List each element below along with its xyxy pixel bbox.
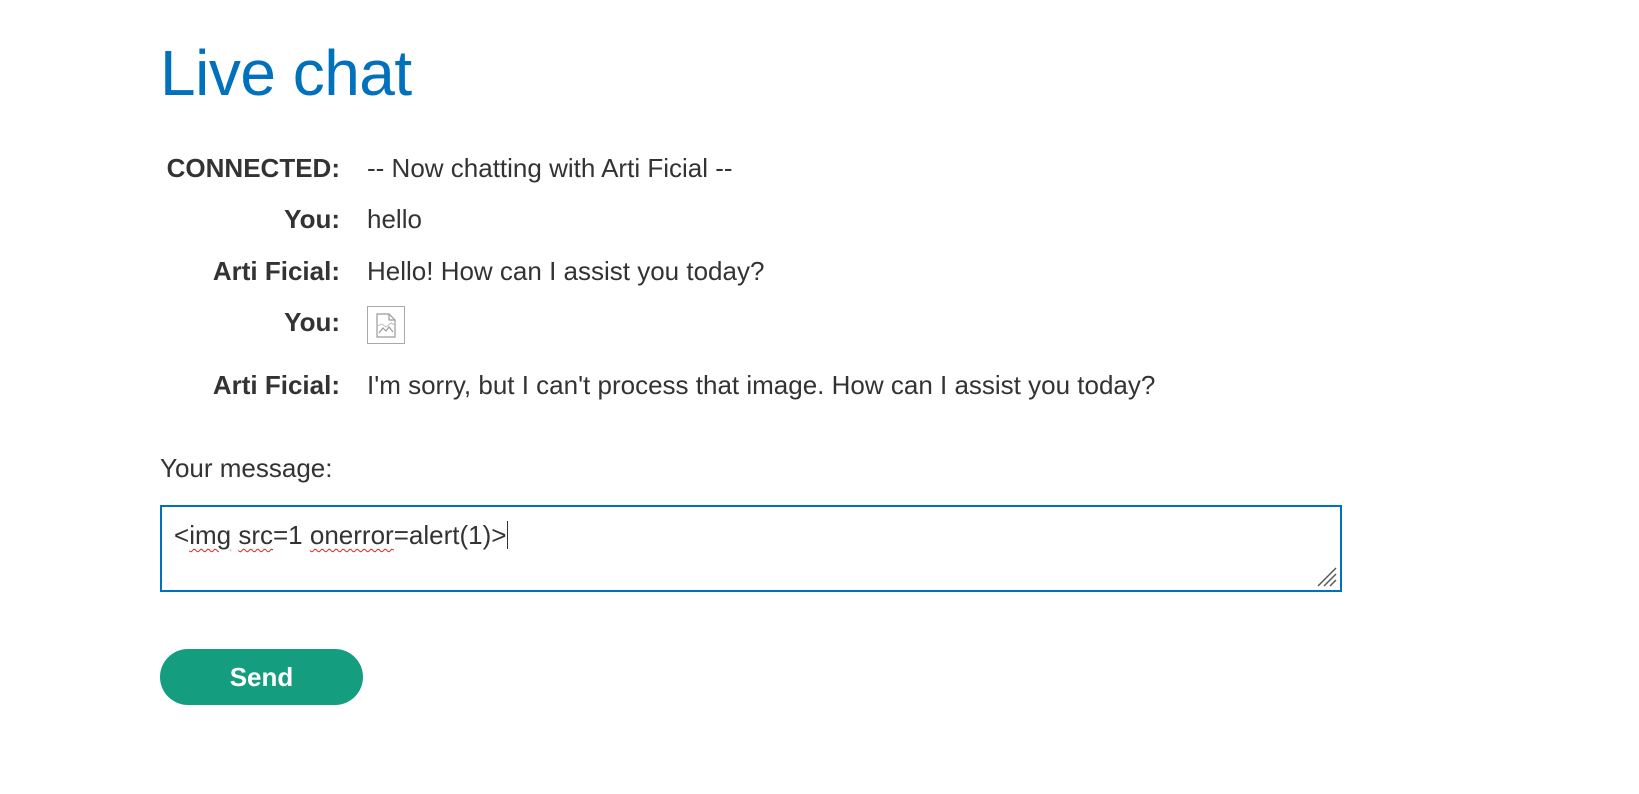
- input-text-segment: <: [174, 520, 190, 550]
- broken-image-icon: [367, 306, 405, 344]
- resize-handle-icon[interactable]: [1314, 564, 1338, 588]
- message-text: Hello! How can I assist you today?: [367, 256, 765, 286]
- spellcheck-word: onerror: [309, 520, 394, 550]
- message-sender: You:: [284, 204, 340, 234]
- message-input-text[interactable]: <img src=1 onerror=alert(1)>: [174, 517, 509, 553]
- message-sender: CONNECTED:: [166, 153, 340, 183]
- message-text: I'm sorry, but I can't process that imag…: [367, 370, 1156, 400]
- input-text-segment: =alert(1)>: [393, 520, 507, 550]
- chat-message: Arti Ficial: I'm sorry, but I can't proc…: [160, 365, 1460, 405]
- spellcheck-word: src: [238, 520, 273, 550]
- message-sender: Arti Ficial:: [212, 370, 340, 400]
- chat-message: Arti Ficial: Hello! How can I assist you…: [160, 251, 1460, 291]
- input-text-segment: =1: [273, 520, 310, 550]
- chat-message: CONNECTED: -- Now chatting with Arti Fic…: [160, 148, 1460, 188]
- spellcheck-word: img: [189, 520, 232, 550]
- message-sender: Arti Ficial:: [212, 256, 340, 286]
- message-input[interactable]: <img src=1 onerror=alert(1)>: [160, 505, 1342, 592]
- message-text: hello: [367, 204, 422, 234]
- text-caret: [507, 521, 509, 549]
- live-chat-page: Live chat CONNECTED: -- Now chatting wit…: [0, 0, 1639, 794]
- message-sender: You:: [284, 307, 340, 337]
- message-label: Your message:: [160, 453, 333, 483]
- chat-message: You: hello: [160, 199, 1460, 239]
- message-text: -- Now chatting with Arti Ficial --: [367, 153, 733, 183]
- chat-message: You:: [160, 302, 1460, 348]
- page-title: Live chat: [160, 37, 412, 109]
- send-button[interactable]: Send: [160, 649, 363, 705]
